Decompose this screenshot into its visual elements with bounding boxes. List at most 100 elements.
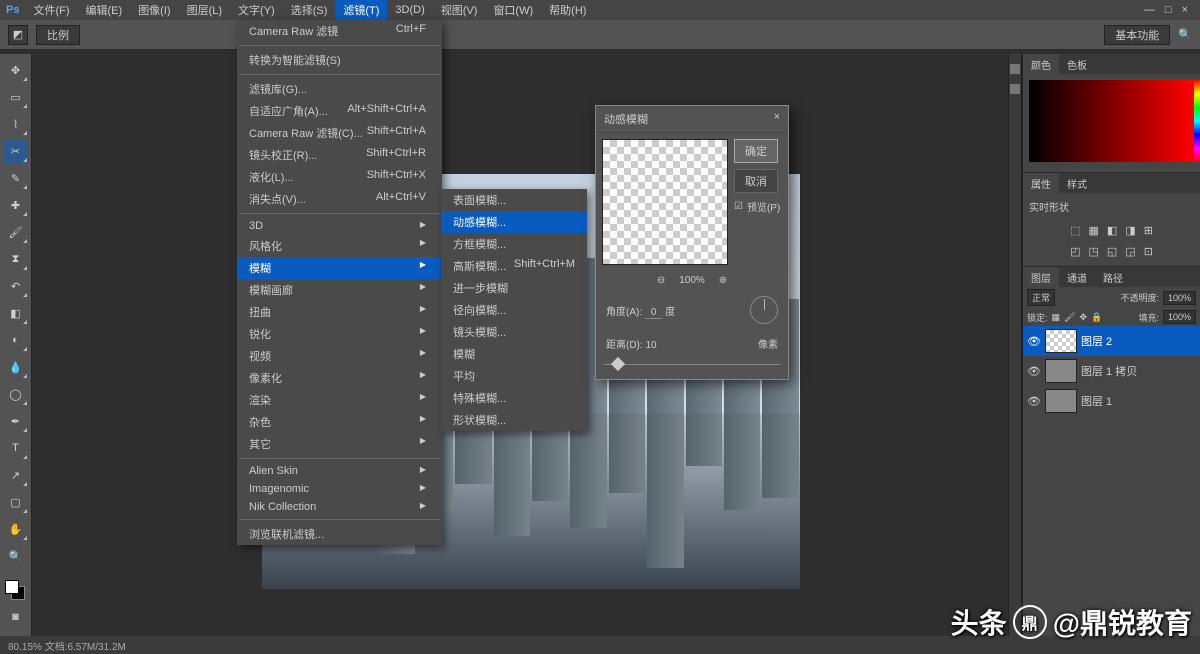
type-tool[interactable]: T: [4, 436, 28, 460]
zoom-tool[interactable]: 🔍: [4, 544, 28, 568]
mi-imagen[interactable]: Imagenomic: [237, 480, 442, 498]
menu-help[interactable]: 帮助(H): [541, 0, 594, 20]
layer-row[interactable]: 👁 图层 2: [1023, 326, 1200, 356]
path-tool[interactable]: ↗: [4, 463, 28, 487]
mi-stylize[interactable]: 风格化: [237, 235, 442, 257]
dialog-preview[interactable]: [602, 139, 728, 265]
tab-properties[interactable]: 属性: [1023, 173, 1059, 193]
color-picker[interactable]: [1029, 80, 1194, 162]
cancel-button[interactable]: 取消: [734, 169, 778, 193]
lasso-tool[interactable]: ⌇: [4, 112, 28, 136]
ratio-select[interactable]: 比例: [36, 25, 80, 45]
mi-nik[interactable]: Nik Collection: [237, 498, 442, 516]
fill-value[interactable]: 100%: [1163, 310, 1196, 324]
minimize-button[interactable]: —: [1144, 4, 1155, 16]
close-button[interactable]: ×: [1182, 4, 1188, 16]
menu-select[interactable]: 选择(S): [283, 0, 336, 20]
menu-edit[interactable]: 编辑(E): [78, 0, 131, 20]
menu-type[interactable]: 文字(Y): [230, 0, 283, 20]
tab-channels[interactable]: 通道: [1059, 267, 1095, 287]
eye-icon[interactable]: 👁: [1027, 365, 1041, 378]
layer-row[interactable]: 👁 图层 1: [1023, 386, 1200, 416]
menu-layer[interactable]: 图层(L): [179, 0, 230, 20]
sm-box[interactable]: 方框模糊...: [441, 233, 587, 255]
mi-blur-gallery[interactable]: 模糊画廊: [237, 279, 442, 301]
mi-lastfilter[interactable]: Camera Raw 滤镜Ctrl+F: [237, 20, 442, 42]
mi-alien[interactable]: Alien Skin: [237, 462, 442, 480]
prop-icon[interactable]: ⬚: [1070, 224, 1080, 237]
zoom-in-icon[interactable]: ⊕: [719, 275, 727, 286]
workspace-select[interactable]: 基本功能: [1104, 25, 1170, 45]
menu-file[interactable]: 文件(F): [25, 0, 77, 20]
sm-more[interactable]: 进一步模糊: [441, 277, 587, 299]
layer-row[interactable]: 👁 图层 1 拷贝: [1023, 356, 1200, 386]
mi-sharpen[interactable]: 锐化: [237, 323, 442, 345]
tab-paths[interactable]: 路径: [1095, 267, 1131, 287]
sm-surface[interactable]: 表面模糊...: [441, 189, 587, 211]
mi-vanishing[interactable]: 消失点(V)...Alt+Ctrl+V: [237, 188, 442, 210]
mi-browse[interactable]: 浏览联机滤镜...: [237, 523, 442, 545]
gradient-tool[interactable]: ◐: [4, 328, 28, 352]
opacity-value[interactable]: 100%: [1163, 291, 1196, 305]
quickmask-icon[interactable]: ◙: [4, 605, 28, 629]
mi-video[interactable]: 视频: [237, 345, 442, 367]
menu-filter[interactable]: 滤镜(T): [335, 0, 387, 20]
angle-wheel[interactable]: [750, 296, 778, 324]
layer-name[interactable]: 图层 1: [1081, 393, 1112, 409]
strip-icon[interactable]: [1010, 84, 1020, 94]
menu-view[interactable]: 视图(V): [433, 0, 486, 20]
mi-other[interactable]: 其它: [237, 433, 442, 455]
mi-distort[interactable]: 扭曲: [237, 301, 442, 323]
prop-icon[interactable]: ◱: [1107, 245, 1117, 258]
mi-adaptive[interactable]: 自适应广角(A)...Alt+Shift+Ctrl+A: [237, 100, 442, 122]
mi-noise[interactable]: 杂色: [237, 411, 442, 433]
layer-thumb[interactable]: [1045, 389, 1077, 413]
eye-icon[interactable]: 👁: [1027, 395, 1041, 408]
eyedropper-tool[interactable]: ✎: [4, 166, 28, 190]
mi-3d[interactable]: 3D: [237, 217, 442, 235]
mi-smart[interactable]: 转换为智能滤镜(S): [237, 49, 442, 71]
brush-tool[interactable]: 🖌: [4, 220, 28, 244]
mi-render[interactable]: 渲染: [237, 389, 442, 411]
zoom-out-icon[interactable]: ⊖: [657, 275, 665, 286]
lock-pos-icon[interactable]: ✥: [1079, 312, 1087, 323]
sm-radial[interactable]: 径向模糊...: [441, 299, 587, 321]
blend-mode[interactable]: 正常: [1027, 289, 1055, 306]
tool-preset-icon[interactable]: ◩: [8, 25, 28, 45]
mi-gallery[interactable]: 滤镜库(G)...: [237, 78, 442, 100]
eye-icon[interactable]: 👁: [1027, 335, 1041, 348]
search-icon[interactable]: 🔍: [1178, 28, 1192, 41]
sm-motion[interactable]: 动感模糊...: [441, 211, 587, 233]
eraser-tool[interactable]: ◧: [4, 301, 28, 325]
layer-thumb[interactable]: [1045, 329, 1077, 353]
ok-button[interactable]: 确定: [734, 139, 778, 163]
mi-blur[interactable]: 模糊: [237, 257, 442, 279]
sm-avg[interactable]: 平均: [441, 365, 587, 387]
dodge-tool[interactable]: ◯: [4, 382, 28, 406]
menu-window[interactable]: 窗口(W): [485, 0, 541, 20]
prop-icon[interactable]: ▦: [1088, 224, 1098, 237]
strip-icon[interactable]: [1010, 64, 1020, 74]
sm-gauss[interactable]: 高斯模糊...Shift+Ctrl+M: [441, 255, 587, 277]
mi-camera-raw[interactable]: Camera Raw 滤镜(C)...Shift+Ctrl+A: [237, 122, 442, 144]
tab-colors[interactable]: 颜色: [1023, 54, 1059, 74]
dialog-close-icon[interactable]: ×: [774, 111, 780, 127]
pen-tool[interactable]: ✒: [4, 409, 28, 433]
distance-slider[interactable]: [604, 357, 780, 373]
mi-liquify[interactable]: 液化(L)...Shift+Ctrl+X: [237, 166, 442, 188]
prop-icon[interactable]: ◳: [1088, 245, 1098, 258]
hand-tool[interactable]: ✋: [4, 517, 28, 541]
maximize-button[interactable]: □: [1165, 4, 1172, 16]
layer-thumb[interactable]: [1045, 359, 1077, 383]
lock-all-icon[interactable]: 🔒: [1091, 312, 1102, 323]
menu-image[interactable]: 图像(I): [130, 0, 178, 20]
hue-bar[interactable]: [1194, 80, 1200, 162]
prop-icon[interactable]: ⊡: [1144, 245, 1153, 258]
move-tool[interactable]: ✥: [4, 58, 28, 82]
sm-shape[interactable]: 形状模糊...: [441, 409, 587, 431]
prop-icon[interactable]: ◲: [1125, 245, 1135, 258]
healing-tool[interactable]: ✚: [4, 193, 28, 217]
lock-trans-icon[interactable]: ▦: [1052, 312, 1061, 323]
sm-blur[interactable]: 模糊: [441, 343, 587, 365]
tab-layers[interactable]: 图层: [1023, 267, 1059, 287]
